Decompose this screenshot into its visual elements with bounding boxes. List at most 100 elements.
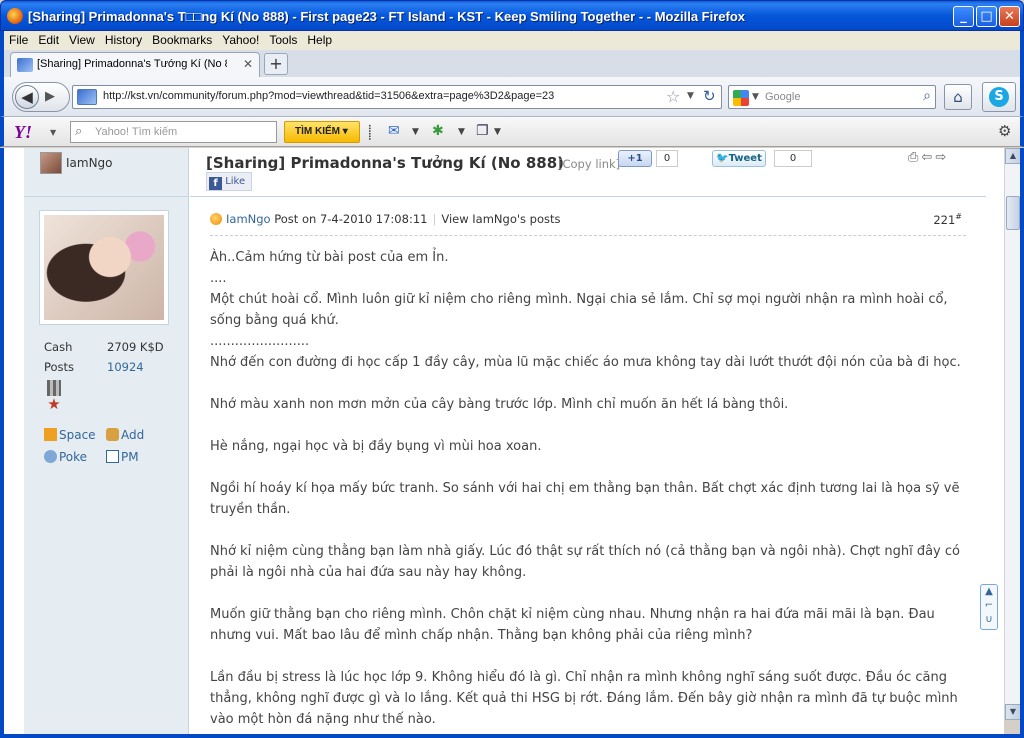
scroll-down-icon[interactable]: ▼ [1005, 704, 1021, 720]
space-link[interactable]: Space [44, 428, 106, 450]
divider [190, 196, 986, 197]
new-tab-button[interactable]: + [264, 53, 288, 75]
window-border [1020, 148, 1024, 734]
tweet-button[interactable]: 🐦Tweet [712, 150, 766, 167]
medal-star-icon: ★ [47, 395, 61, 413]
bookmark-star-icon[interactable]: ☆ [666, 87, 680, 106]
menu-view[interactable]: View [64, 31, 100, 47]
engine-dropdown-icon[interactable]: ▼ [752, 92, 759, 102]
author-header: IamNgo [40, 152, 113, 174]
online-status-icon [210, 213, 222, 225]
view-posts-link[interactable]: View IamNgo's posts [441, 212, 560, 226]
pm-link[interactable]: PM [106, 450, 168, 472]
url-text[interactable]: http://kst.vn/community/forum.php?mod=vi… [103, 90, 554, 102]
mail-icon[interactable]: ✉ [388, 123, 400, 139]
yahoo-toolbar: Y! ▼ ⌕ Yahoo! Tìm kiếm TÌM KIẾM ▾ ⸽ ✉ ▼ … [0, 117, 1024, 147]
url-dropdown-icon[interactable]: ▼ [687, 91, 694, 101]
poke-link[interactable]: Poke [44, 450, 106, 472]
copy-link[interactable]: [Copy link] [558, 157, 620, 171]
search-placeholder[interactable]: Google [765, 91, 800, 103]
yahoo-dropdown-icon[interactable]: ▼ [50, 128, 56, 137]
bookmarks-dropdown-icon[interactable]: ▼ [494, 127, 501, 137]
gear-icon[interactable]: ⚙ [998, 122, 1011, 140]
handshake-icon [106, 428, 119, 441]
yahoo-search-button-label: TÌM KIẾM [295, 126, 340, 137]
post-paragraph: Một chút hoài cổ. Mình luôn giữ kỉ niệm … [210, 292, 948, 328]
twitter-bird-icon: 🐦 [716, 153, 729, 164]
vertical-scrollbar[interactable]: ▲ ▼ [1004, 148, 1021, 720]
messenger-icon[interactable]: ✱ [432, 123, 444, 139]
yahoo-search-placeholder[interactable]: Yahoo! Tìm kiếm [95, 126, 177, 138]
menu-yahoo[interactable]: Yahoo! [217, 31, 264, 47]
messenger-dropdown-icon[interactable]: ▼ [458, 127, 465, 137]
menu-help[interactable]: Help [302, 31, 337, 47]
pm-label: PM [121, 450, 139, 464]
menu-file[interactable]: File [4, 31, 33, 47]
navigation-bar: ◀ ▶ http://kst.vn/community/forum.php?mo… [0, 77, 1024, 117]
post-paragraph: Àh..Cảm hứng từ bài post của em Ỉn. [210, 250, 449, 265]
next-thread-icon[interactable]: ⇨ [935, 150, 949, 165]
tab-label: [Sharing] Primadonna's Tướng Kí (No 888)… [37, 58, 227, 70]
author-actions: Space Add Poke PM [44, 428, 168, 472]
add-friend-link[interactable]: Add [106, 428, 168, 450]
scroll-thumb[interactable] [1006, 196, 1020, 230]
divider [210, 235, 966, 236]
search-icon[interactable]: ⌕ [923, 88, 931, 104]
back-arrow-icon[interactable]: ◀ [15, 85, 39, 109]
minimize-button[interactable]: _ [953, 6, 974, 27]
like-label: Like [225, 176, 246, 187]
mail-dropdown-icon[interactable]: ▼ [412, 127, 419, 137]
tab-active[interactable]: [Sharing] Primadonna's Tướng Kí (No 888)… [10, 52, 260, 77]
yahoo-logo[interactable]: Y! [14, 122, 32, 143]
space-link-label: Space [59, 428, 96, 442]
yahoo-search-button[interactable]: TÌM KIẾM ▾ [284, 121, 360, 143]
prev-thread-icon[interactable]: ⇦ [921, 150, 935, 165]
menu-tools[interactable]: Tools [264, 31, 302, 47]
author-stats: Cash 2709 K$D Posts 10924 [44, 340, 164, 380]
floor-number: 221 [933, 212, 956, 227]
menu-bookmarks[interactable]: Bookmarks [147, 31, 217, 47]
google-plusone-button[interactable]: +1 [618, 150, 652, 167]
stat-value-posts[interactable]: 10924 [107, 360, 144, 374]
close-button[interactable]: ✕ [999, 6, 1020, 27]
bookmarks-icon[interactable]: ❐ [476, 123, 489, 139]
post-floor[interactable]: 221# [933, 212, 962, 227]
home-button[interactable]: ⌂ [944, 84, 972, 110]
mini-avatar[interactable] [40, 152, 62, 174]
google-engine-icon[interactable] [733, 90, 749, 106]
url-bar[interactable]: http://kst.vn/community/forum.php?mod=vi… [72, 85, 722, 109]
window-titlebar[interactable]: [Sharing] Primadonna's T□□ng Kí (No 888)… [0, 0, 1024, 31]
post-author[interactable]: IamNgo [226, 212, 271, 226]
post-paragraph: Hè nắng, ngại học và bị đầy bụng vì mùi … [210, 439, 542, 454]
reload-icon[interactable]: ↻ [703, 87, 716, 105]
floating-side-button[interactable]: ▲ ⌐ ∪ [980, 584, 998, 630]
post-date: Post on 7-4-2010 17:08:11 [274, 212, 428, 226]
site-favicon-icon [17, 58, 33, 72]
menu-history[interactable]: History [100, 31, 147, 47]
maximize-button[interactable]: □ [976, 6, 997, 27]
facebook-like-button[interactable]: f Like [206, 172, 252, 191]
search-bar[interactable]: ▼ Google ⌕ [728, 85, 936, 109]
scroll-up-icon[interactable]: ▲ [1005, 148, 1021, 164]
skype-button[interactable]: S [982, 82, 1016, 112]
page-content: IamNgo Cash 2709 K$D Posts 10924 ★ Space Ad… [4, 148, 1004, 734]
thread-tools: ⎙⇦⇨ [908, 150, 949, 165]
avatar[interactable] [39, 210, 169, 325]
print-icon[interactable]: ⎙ [908, 150, 921, 165]
envelope-icon [106, 450, 119, 463]
post-paragraph: Muốn giữ thằng bạn cho riêng mình. Chôn … [210, 607, 935, 643]
post-paragraph: Ngồi hí hoáy kí họa mấy bức tranh. So sá… [210, 481, 960, 517]
author-name-top[interactable]: IamNgo [66, 156, 113, 170]
forward-arrow-icon[interactable]: ▶ [45, 89, 55, 104]
menu-edit[interactable]: Edit [33, 31, 64, 47]
tab-close-icon[interactable]: ✕ [243, 57, 253, 71]
medal-ribbon [47, 380, 61, 396]
yahoo-search-input[interactable]: ⌕ Yahoo! Tìm kiếm [70, 121, 277, 143]
site-identity-icon[interactable] [77, 89, 97, 105]
back-forward-group: ◀ ▶ [12, 82, 70, 112]
